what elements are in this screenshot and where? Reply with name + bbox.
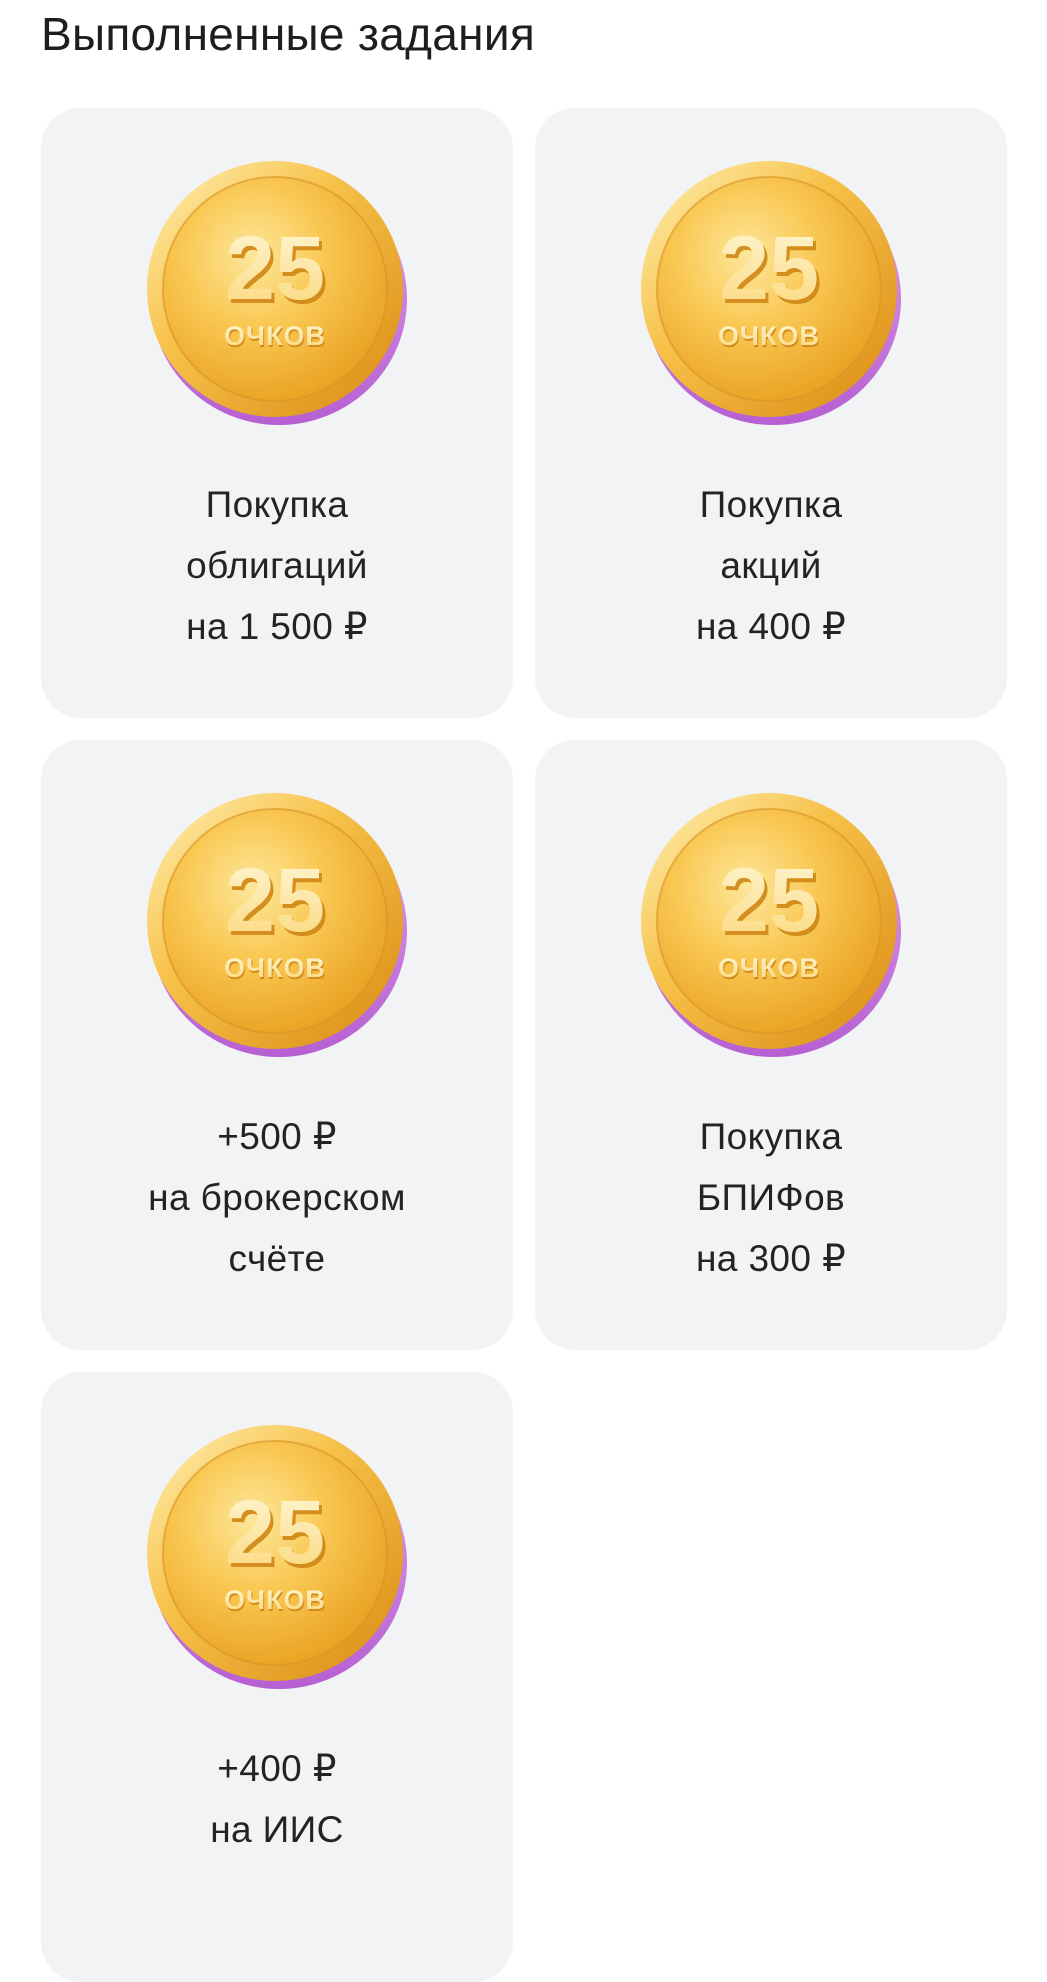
task-card[interactable]: +400 ₽ на ИИС [41,1372,513,1982]
task-line: акций [720,545,822,586]
task-line: БПИФов [696,1177,846,1218]
task-description: +500 ₽ на брокерском счёте [41,1106,513,1289]
task-card[interactable]: Покупка БПИФов на 300 ₽ [535,740,1007,1350]
task-line: Покупка [205,484,349,525]
coin-icon [142,1420,412,1690]
completed-tasks-grid: Покупка облигаций на 1 500 ₽ Покупка акц… [41,108,1007,1982]
coin-icon [142,788,412,1058]
task-description: Покупка облигаций на 1 500 ₽ [41,474,513,657]
task-line: Покупка [699,1116,843,1157]
task-card[interactable]: Покупка акций на 400 ₽ [535,108,1007,718]
task-line: на ИИС [210,1809,344,1850]
task-description: Покупка акций на 400 ₽ [535,474,1007,657]
task-line: Покупка [699,484,843,525]
task-line: на брокерском [148,1177,406,1218]
task-description: +400 ₽ на ИИС [41,1738,513,1860]
task-line: +500 ₽ [217,1116,337,1157]
coin-icon [636,788,906,1058]
task-description: Покупка БПИФов на 300 ₽ [535,1106,1007,1289]
task-line: на 400 ₽ [695,606,847,647]
coin-icon [142,156,412,426]
page-title: Выполненные задания [41,8,536,60]
task-line: счёте [228,1238,326,1279]
task-line: на 1 500 ₽ [186,606,368,647]
task-line: на 300 ₽ [695,1238,847,1279]
task-card[interactable]: +500 ₽ на брокерском счёте [41,740,513,1350]
task-line: облигаций [186,545,368,586]
task-line: +400 ₽ [217,1748,337,1789]
coin-icon [636,156,906,426]
task-card[interactable]: Покупка облигаций на 1 500 ₽ [41,108,513,718]
